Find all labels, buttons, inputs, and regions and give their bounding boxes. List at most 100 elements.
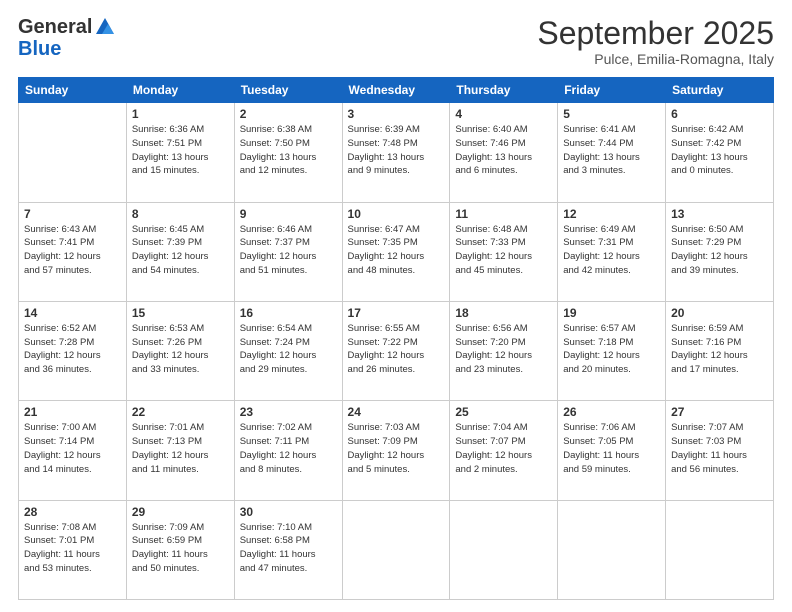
col-monday: Monday — [126, 78, 234, 103]
day-number: 1 — [132, 107, 229, 121]
calendar-cell: 22 Sunrise: 7:01 AMSunset: 7:13 PMDayligh… — [126, 401, 234, 500]
calendar-week-row: 21Sunrise: 7:00 AMSunset: 7:14 PMDayligh… — [19, 401, 774, 500]
day-info: Sunrise: 6:39 AMSunset: 7:48 PMDaylight:… — [348, 123, 445, 178]
day-info: Sunrise: 7:03 AMSunset: 7:09 PMDaylight:… — [348, 421, 445, 476]
calendar-cell — [19, 103, 127, 202]
day-number: 19 — [563, 306, 660, 320]
calendar-cell — [666, 500, 774, 599]
day-number: 28 — [24, 505, 121, 519]
calendar-header-row: Sunday Monday Tuesday Wednesday Thursday… — [19, 78, 774, 103]
calendar-cell: 28 Sunrise: 7:08 AMSunset: 7:01 PMDayligh… — [19, 500, 127, 599]
subtitle: Pulce, Emilia-Romagna, Italy — [537, 51, 774, 67]
day-info: Sunrise: 7:06 AMSunset: 7:05 PMDaylight:… — [563, 421, 660, 476]
calendar-cell: 5 Sunrise: 6:41 AMSunset: 7:44 PMDaylight… — [558, 103, 666, 202]
calendar-week-row: 28 Sunrise: 7:08 AMSunset: 7:01 PMDayligh… — [19, 500, 774, 599]
day-number: 20 — [671, 306, 768, 320]
col-saturday: Saturday — [666, 78, 774, 103]
day-number: 16 — [240, 306, 337, 320]
calendar-cell: 11 Sunrise: 6:48 AMSunset: 7:33 PMDayligh… — [450, 202, 558, 301]
page: General Blue September 2025 Pulce, Emili… — [0, 0, 792, 612]
calendar-week-row: 14 Sunrise: 6:52 AMSunset: 7:28 PMDayligh… — [19, 301, 774, 400]
day-number: 3 — [348, 107, 445, 121]
day-info: Sunrise: 6:46 AMSunset: 7:37 PMDaylight:… — [240, 223, 337, 278]
calendar-cell: 17 Sunrise: 6:55 AMSunset: 7:22 PMDayligh… — [342, 301, 450, 400]
calendar-cell: 27Sunrise: 7:07 AMSunset: 7:03 PMDayligh… — [666, 401, 774, 500]
day-info: Sunrise: 7:01 AMSunset: 7:13 PMDaylight:… — [132, 421, 229, 476]
calendar-table: Sunday Monday Tuesday Wednesday Thursday… — [18, 77, 774, 600]
day-number: 23 — [240, 405, 337, 419]
day-info: Sunrise: 6:38 AMSunset: 7:50 PMDaylight:… — [240, 123, 337, 178]
day-number: 22 — [132, 405, 229, 419]
calendar-cell: 20 Sunrise: 6:59 AMSunset: 7:16 PMDayligh… — [666, 301, 774, 400]
day-number: 6 — [671, 107, 768, 121]
day-number: 10 — [348, 207, 445, 221]
calendar-cell: 2 Sunrise: 6:38 AMSunset: 7:50 PMDaylight… — [234, 103, 342, 202]
day-info: Sunrise: 6:48 AMSunset: 7:33 PMDaylight:… — [455, 223, 552, 278]
calendar-cell: 14 Sunrise: 6:52 AMSunset: 7:28 PMDayligh… — [19, 301, 127, 400]
calendar-cell: 10 Sunrise: 6:47 AMSunset: 7:35 PMDayligh… — [342, 202, 450, 301]
day-number: 13 — [671, 207, 768, 221]
calendar-cell: 7 Sunrise: 6:43 AMSunset: 7:41 PMDaylight… — [19, 202, 127, 301]
day-number: 26 — [563, 405, 660, 419]
day-number: 14 — [24, 306, 121, 320]
day-number: 30 — [240, 505, 337, 519]
calendar-cell: 29Sunrise: 7:09 AMSunset: 6:59 PMDayligh… — [126, 500, 234, 599]
day-info: Sunrise: 6:50 AMSunset: 7:29 PMDaylight:… — [671, 223, 768, 278]
calendar-cell: 15 Sunrise: 6:53 AMSunset: 7:26 PMDayligh… — [126, 301, 234, 400]
day-number: 5 — [563, 107, 660, 121]
header: General Blue September 2025 Pulce, Emili… — [18, 16, 774, 67]
day-number: 7 — [24, 207, 121, 221]
day-info: Sunrise: 7:07 AMSunset: 7:03 PMDaylight:… — [671, 421, 768, 476]
calendar-cell: 25 Sunrise: 7:04 AMSunset: 7:07 PMDayligh… — [450, 401, 558, 500]
calendar-cell — [342, 500, 450, 599]
day-info: Sunrise: 6:56 AMSunset: 7:20 PMDaylight:… — [455, 322, 552, 377]
day-info: Sunrise: 6:52 AMSunset: 7:28 PMDaylight:… — [24, 322, 121, 377]
day-number: 18 — [455, 306, 552, 320]
day-info: Sunrise: 7:10 AMSunset: 6:58 PMDaylight:… — [240, 521, 337, 576]
day-number: 12 — [563, 207, 660, 221]
title-block: September 2025 Pulce, Emilia-Romagna, It… — [537, 16, 774, 67]
calendar-cell: 9 Sunrise: 6:46 AMSunset: 7:37 PMDaylight… — [234, 202, 342, 301]
logo-icon — [94, 16, 116, 38]
day-info: Sunrise: 6:41 AMSunset: 7:44 PMDaylight:… — [563, 123, 660, 178]
calendar-week-row: 7 Sunrise: 6:43 AMSunset: 7:41 PMDaylight… — [19, 202, 774, 301]
day-number: 29 — [132, 505, 229, 519]
day-info: Sunrise: 6:59 AMSunset: 7:16 PMDaylight:… — [671, 322, 768, 377]
day-number: 15 — [132, 306, 229, 320]
day-number: 25 — [455, 405, 552, 419]
calendar-cell: 18 Sunrise: 6:56 AMSunset: 7:20 PMDayligh… — [450, 301, 558, 400]
col-wednesday: Wednesday — [342, 78, 450, 103]
day-info: Sunrise: 6:55 AMSunset: 7:22 PMDaylight:… — [348, 322, 445, 377]
day-number: 4 — [455, 107, 552, 121]
day-info: Sunrise: 6:36 AMSunset: 7:51 PMDaylight:… — [132, 123, 229, 178]
day-info: Sunrise: 6:57 AMSunset: 7:18 PMDaylight:… — [563, 322, 660, 377]
calendar-cell: 16 Sunrise: 6:54 AMSunset: 7:24 PMDayligh… — [234, 301, 342, 400]
day-number: 24 — [348, 405, 445, 419]
day-info: Sunrise: 6:42 AMSunset: 7:42 PMDaylight:… — [671, 123, 768, 178]
calendar-cell: 26 Sunrise: 7:06 AMSunset: 7:05 PMDayligh… — [558, 401, 666, 500]
col-thursday: Thursday — [450, 78, 558, 103]
logo-blue-text: Blue — [18, 38, 116, 60]
day-info: Sunrise: 6:54 AMSunset: 7:24 PMDaylight:… — [240, 322, 337, 377]
col-sunday: Sunday — [19, 78, 127, 103]
day-number: 2 — [240, 107, 337, 121]
calendar-cell: 30 Sunrise: 7:10 AMSunset: 6:58 PMDayligh… — [234, 500, 342, 599]
day-info: Sunrise: 6:40 AMSunset: 7:46 PMDaylight:… — [455, 123, 552, 178]
calendar-cell: 23 Sunrise: 7:02 AMSunset: 7:11 PMDayligh… — [234, 401, 342, 500]
day-info: Sunrise: 6:53 AMSunset: 7:26 PMDaylight:… — [132, 322, 229, 377]
day-info: Sunrise: 6:43 AMSunset: 7:41 PMDaylight:… — [24, 223, 121, 278]
calendar-cell: 4 Sunrise: 6:40 AMSunset: 7:46 PMDaylight… — [450, 103, 558, 202]
day-info: Sunrise: 6:47 AMSunset: 7:35 PMDaylight:… — [348, 223, 445, 278]
calendar-cell: 21Sunrise: 7:00 AMSunset: 7:14 PMDayligh… — [19, 401, 127, 500]
col-friday: Friday — [558, 78, 666, 103]
calendar-cell: 12Sunrise: 6:49 AMSunset: 7:31 PMDayligh… — [558, 202, 666, 301]
day-info: Sunrise: 7:02 AMSunset: 7:11 PMDaylight:… — [240, 421, 337, 476]
day-info: Sunrise: 6:45 AMSunset: 7:39 PMDaylight:… — [132, 223, 229, 278]
day-number: 9 — [240, 207, 337, 221]
calendar-cell: 19 Sunrise: 6:57 AMSunset: 7:18 PMDayligh… — [558, 301, 666, 400]
day-number: 11 — [455, 207, 552, 221]
calendar-cell: 8Sunrise: 6:45 AMSunset: 7:39 PMDaylight… — [126, 202, 234, 301]
day-number: 17 — [348, 306, 445, 320]
day-info: Sunrise: 7:04 AMSunset: 7:07 PMDaylight:… — [455, 421, 552, 476]
day-info: Sunrise: 7:08 AMSunset: 7:01 PMDaylight:… — [24, 521, 121, 576]
